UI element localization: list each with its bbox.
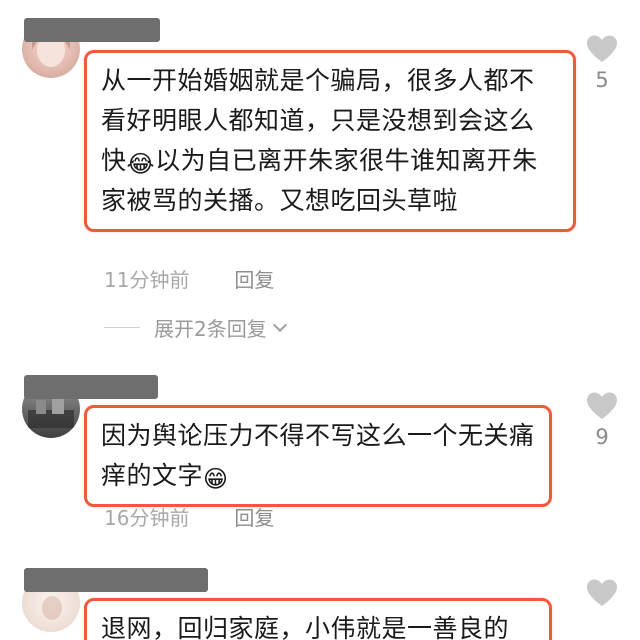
comment-text-cont: 以为自已离开朱家很牛谁知离开朱家被骂的关播。又想吃回头草啦 bbox=[101, 146, 538, 215]
username-redacted bbox=[24, 375, 158, 399]
comment-text: 退网，回归家庭，小伟就是一善良的 bbox=[101, 614, 510, 640]
username-redacted bbox=[24, 568, 208, 592]
timestamp: 16分钟前 bbox=[104, 506, 190, 530]
like-button[interactable] bbox=[582, 578, 622, 608]
comment-bubble[interactable]: 从一开始婚姻就是个骗局，很多人都不看好明眼人都知道，只是没想到会这么快😂以为自已… bbox=[84, 50, 576, 232]
comment-meta: 11分钟前 回复 bbox=[104, 264, 274, 293]
reply-button[interactable]: 回复 bbox=[234, 268, 274, 292]
heart-icon bbox=[587, 579, 617, 606]
grinning-emoji-icon: 😁 bbox=[203, 465, 229, 493]
like-count: 9 bbox=[595, 425, 609, 449]
like-button[interactable]: 5 bbox=[582, 34, 622, 92]
username-redacted bbox=[24, 18, 160, 42]
expand-replies-label: 展开2条回复 bbox=[154, 317, 267, 341]
comment-meta: 16分钟前 回复 bbox=[104, 502, 274, 531]
timestamp: 11分钟前 bbox=[104, 268, 190, 292]
like-count: 5 bbox=[595, 68, 609, 92]
heart-icon bbox=[587, 392, 617, 419]
heart-icon bbox=[587, 35, 617, 62]
chevron-down-icon bbox=[272, 317, 287, 332]
comment-bubble[interactable]: 因为舆论压力不得不写这么一个无关痛痒的文字😁 bbox=[84, 405, 552, 507]
comment-text: 因为舆论压力不得不写这么一个无关痛痒的文字 bbox=[101, 421, 535, 490]
laughing-emoji-icon: 😂 bbox=[126, 150, 156, 178]
comment-bubble[interactable]: 退网，回归家庭，小伟就是一善良的 bbox=[84, 598, 552, 640]
divider-line bbox=[104, 327, 140, 328]
expand-replies-button[interactable]: 展开2条回复 bbox=[104, 313, 287, 342]
reply-button[interactable]: 回复 bbox=[234, 506, 274, 530]
like-button[interactable]: 9 bbox=[582, 391, 622, 449]
